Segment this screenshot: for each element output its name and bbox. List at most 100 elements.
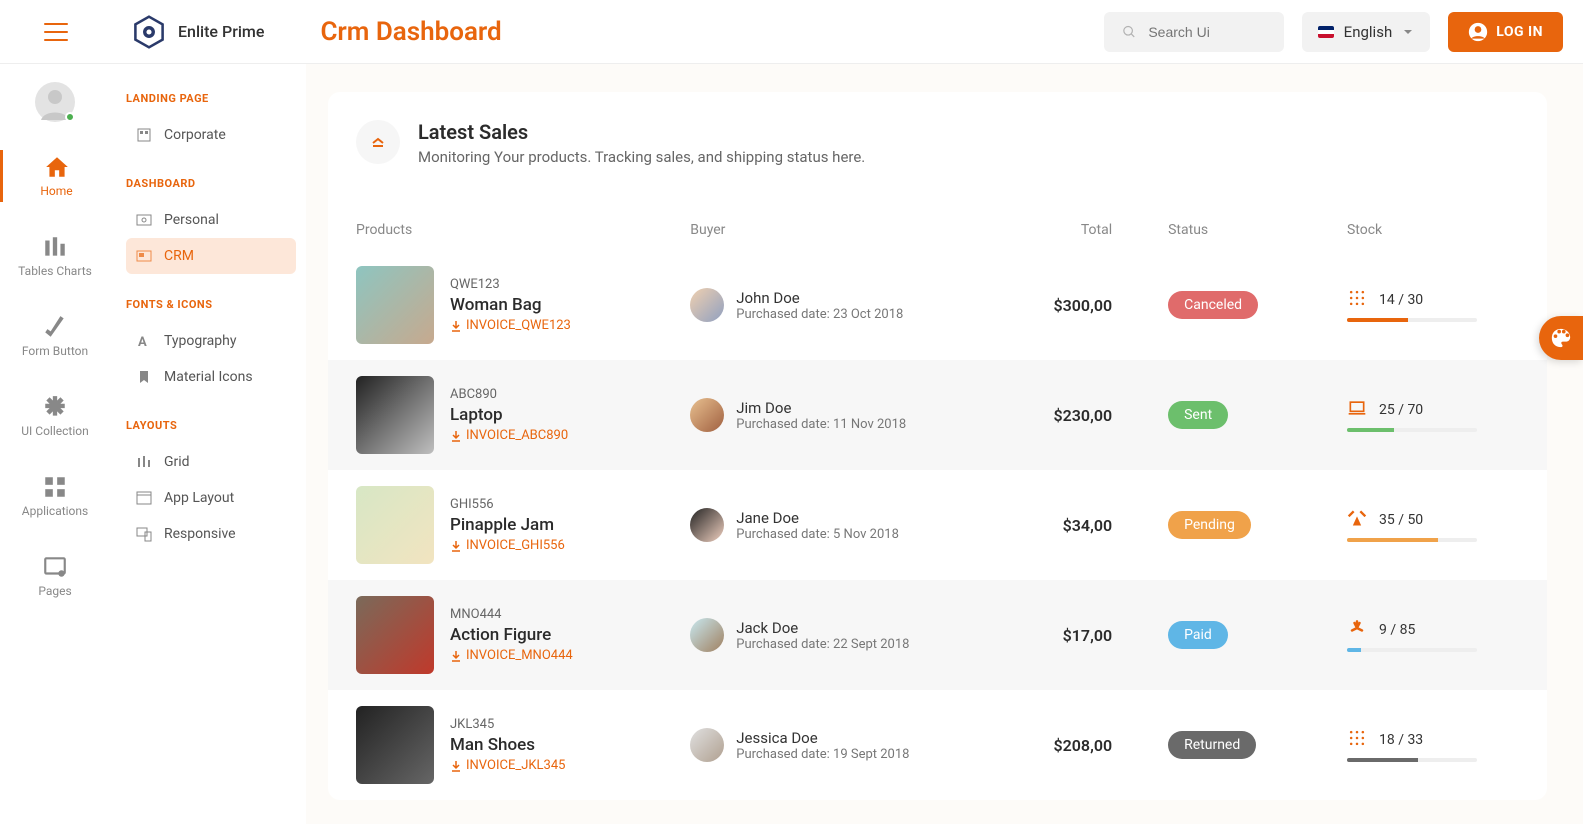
brand-logo-icon	[132, 15, 166, 49]
rail-form-button[interactable]: Form Button	[0, 310, 110, 362]
status-badge: Pending	[1168, 511, 1251, 539]
submenu-crm[interactable]: CRM	[126, 238, 296, 274]
table-row[interactable]: JKL345 Man Shoes INVOICE_JKL345 Jessica Doe…	[328, 690, 1547, 800]
language-selector[interactable]: English	[1302, 12, 1431, 52]
brand-block[interactable]: Enlite Prime	[132, 15, 264, 49]
purchase-date: Purchased date: 5 Nov 2018	[736, 527, 899, 542]
buyer-avatar	[690, 728, 724, 762]
total-value: $300,00	[1000, 250, 1140, 360]
svg-text:A: A	[138, 335, 147, 349]
stock-progress	[1347, 648, 1477, 652]
rail-applications[interactable]: Applications	[0, 470, 110, 522]
stock-value: 14 / 30	[1379, 292, 1423, 308]
product-image	[356, 486, 434, 564]
rail-ui-collection[interactable]: UI Collection	[0, 390, 110, 442]
invoice-link[interactable]: INVOICE_GHI556	[450, 538, 565, 553]
download-icon	[450, 430, 462, 442]
user-avatar[interactable]	[35, 82, 75, 122]
submenu-corporate[interactable]: Corporate	[126, 117, 296, 153]
section-dashboard: DASHBOARD	[126, 177, 296, 190]
main-content: Latest Sales Monitoring Your products. T…	[306, 64, 1583, 824]
product-image	[356, 596, 434, 674]
product-sku: MNO444	[450, 607, 573, 622]
invoice-link[interactable]: INVOICE_MNO444	[450, 648, 573, 663]
status-badge: Sent	[1168, 401, 1228, 429]
stock-value: 25 / 70	[1379, 402, 1423, 418]
product-sku: JKL345	[450, 717, 565, 732]
stock-value: 9 / 85	[1379, 622, 1415, 638]
buyer-name: Jessica Doe	[736, 729, 909, 747]
table-row[interactable]: ABC890LaptopINVOICE_ABC890Jim DoePurchas…	[328, 360, 1547, 470]
stock-icon	[1347, 508, 1367, 532]
product-name: Pinapple Jam	[450, 515, 565, 535]
icon-rail: Home Tables Charts Form Button UI Collec…	[0, 64, 110, 824]
login-label: LOG IN	[1496, 24, 1543, 40]
submenu-responsive[interactable]: Responsive	[126, 516, 296, 552]
download-icon	[450, 320, 462, 332]
buyer-name: John Doe	[736, 289, 903, 307]
product-name: Woman Bag	[450, 295, 571, 315]
rail-tables-charts[interactable]: Tables Charts	[0, 230, 110, 282]
search-box[interactable]	[1104, 12, 1284, 52]
stock-progress	[1347, 428, 1477, 432]
submenu-typography[interactable]: ATypography	[126, 323, 296, 359]
download-icon	[450, 540, 462, 552]
invoice-link[interactable]: INVOICE_JKL345	[450, 758, 565, 773]
chevron-down-icon	[1402, 26, 1414, 38]
product-name: Laptop	[450, 405, 568, 425]
total-value: $34,00	[1000, 470, 1140, 580]
submenu-app-layout[interactable]: App Layout	[126, 480, 296, 516]
page-title: Crm Dashboard	[320, 17, 501, 47]
brand-name: Enlite Prime	[178, 22, 264, 41]
table-row[interactable]: MNO444 Action Figure INVOICE_MNO444 Jack Do…	[328, 580, 1547, 690]
stock-icon	[1347, 618, 1367, 642]
purchase-date: Purchased date: 19 Sept 2018	[736, 747, 909, 762]
rail-home[interactable]: Home	[0, 150, 110, 202]
submenu-grid[interactable]: Grid	[126, 444, 296, 480]
card-subtitle: Monitoring Your products. Tracking sales…	[418, 148, 865, 166]
col-stock: Stock	[1319, 210, 1547, 250]
buyer-name: Jack Doe	[736, 619, 909, 637]
col-buyer: Buyer	[662, 210, 999, 250]
table-row[interactable]: GHI556 Pinapple Jam INVOICE_GHI556 Jane Doe…	[328, 470, 1547, 580]
invoice-link[interactable]: INVOICE_QWE123	[450, 318, 571, 333]
download-icon	[450, 650, 462, 662]
section-fonts: FONTS & ICONS	[126, 298, 296, 311]
total-value: $17,00	[1000, 580, 1140, 690]
user-icon	[1468, 22, 1488, 42]
menu-toggle-button[interactable]	[44, 23, 68, 41]
stock-progress	[1347, 538, 1477, 542]
status-badge: Paid	[1168, 621, 1228, 649]
invoice-link[interactable]: INVOICE_ABC890	[450, 428, 568, 443]
language-label: English	[1344, 23, 1393, 41]
stock-progress	[1347, 758, 1477, 762]
submenu-material-icons[interactable]: Material Icons	[126, 359, 296, 395]
buyer-avatar	[690, 508, 724, 542]
product-name: Man Shoes	[450, 735, 565, 755]
login-button[interactable]: LOG IN	[1448, 12, 1563, 52]
submenu-personal[interactable]: Personal	[126, 202, 296, 238]
col-status: Status	[1140, 210, 1319, 250]
table-row[interactable]: QWE123Woman BagINVOICE_QWE123John DoePur…	[328, 250, 1547, 360]
stock-progress	[1347, 318, 1477, 322]
stock-icon	[1347, 398, 1367, 422]
search-input[interactable]	[1148, 24, 1265, 40]
theme-fab[interactable]	[1539, 316, 1583, 360]
collapse-icon[interactable]	[356, 120, 400, 164]
col-products: Products	[328, 210, 662, 250]
section-layouts: LAYOUTS	[126, 419, 296, 432]
product-sku: GHI556	[450, 497, 565, 512]
online-indicator	[65, 112, 75, 122]
total-value: $208,00	[1000, 690, 1140, 800]
download-icon	[450, 760, 462, 772]
status-badge: Canceled	[1168, 291, 1258, 319]
submenu: LANDING PAGE Corporate DASHBOARD Persona…	[110, 64, 306, 824]
rail-pages[interactable]: Pages	[0, 550, 110, 602]
buyer-name: Jane Doe	[736, 509, 899, 527]
sales-table: Products Buyer Total Status Stock QWE123…	[328, 210, 1547, 800]
search-icon	[1122, 23, 1137, 41]
product-name: Action Figure	[450, 625, 573, 645]
product-sku: ABC890	[450, 387, 568, 402]
product-image	[356, 376, 434, 454]
buyer-avatar	[690, 288, 724, 322]
